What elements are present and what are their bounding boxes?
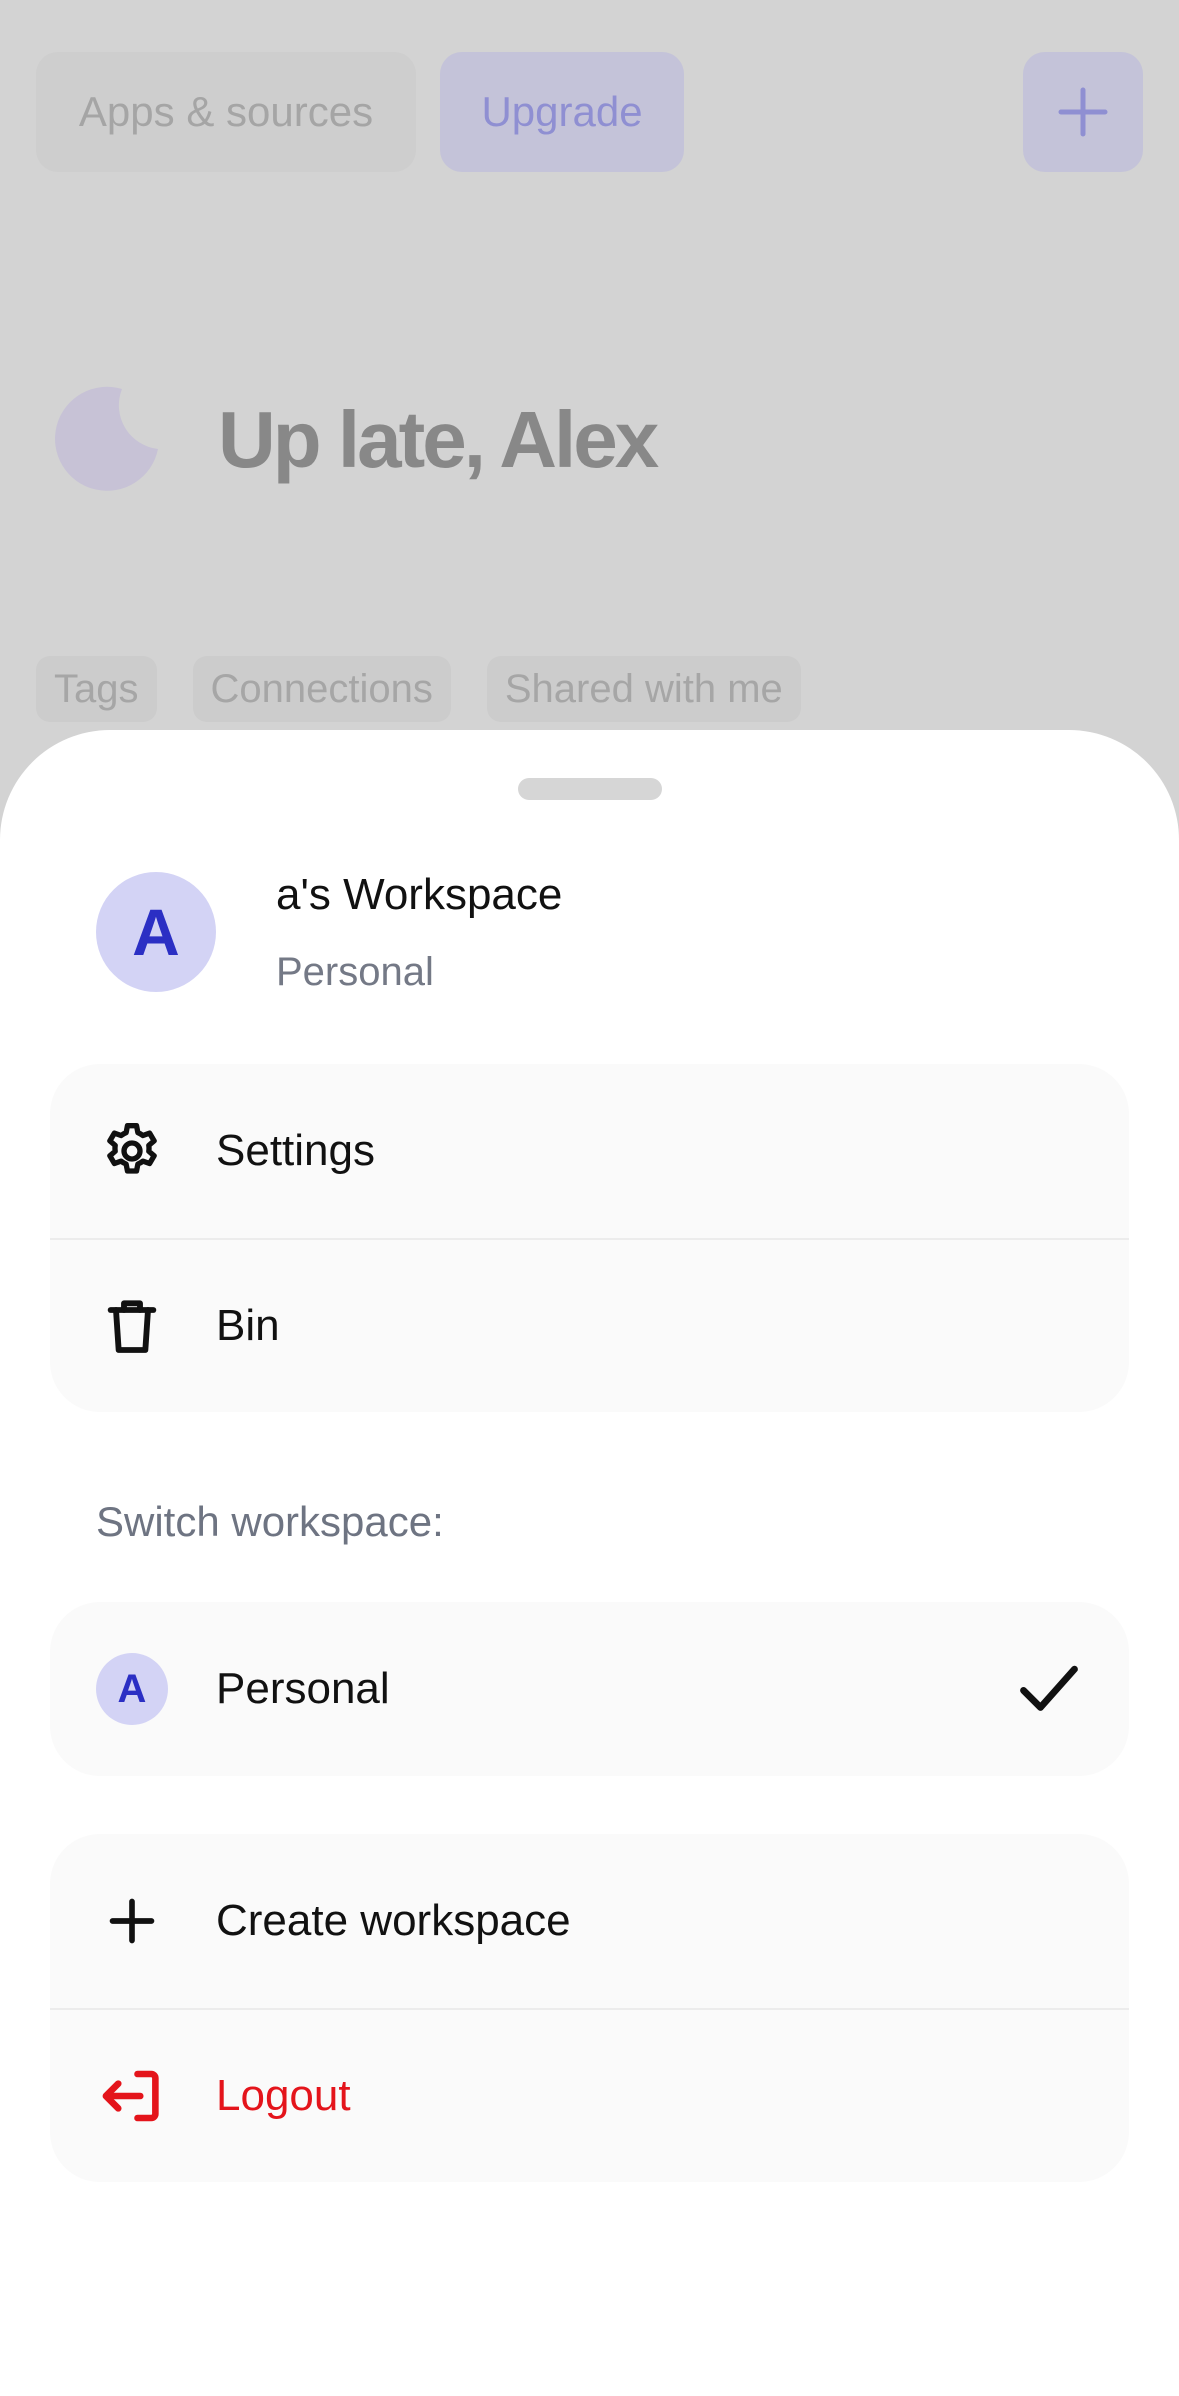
logout-button[interactable]: Logout	[50, 2008, 1129, 2182]
greeting: Up late, Alex	[52, 380, 659, 500]
upgrade-button[interactable]: Upgrade	[440, 52, 684, 172]
checkmark-icon	[1020, 1665, 1078, 1711]
settings-menu-item[interactable]: Settings	[50, 1064, 1129, 1238]
workspace-item-avatar-container: A	[96, 1653, 168, 1725]
settings-label: Settings	[216, 1126, 375, 1175]
trash-icon	[96, 1290, 168, 1362]
greeting-title: Up late, Alex	[218, 395, 659, 484]
workspace-type: Personal	[276, 950, 434, 994]
filter-tags[interactable]: Tags	[36, 656, 157, 722]
workspace-avatar: A	[96, 872, 216, 992]
sheet-grabber-handle[interactable]	[518, 778, 662, 800]
workspace-item-personal[interactable]: A Personal	[50, 1602, 1129, 1776]
bin-menu-item[interactable]: Bin	[50, 1238, 1129, 1412]
workspace-actions-card: Create workspace Logout	[50, 1834, 1129, 2182]
current-workspace-header: A a's Workspace Personal	[96, 870, 1083, 994]
logout-label: Logout	[216, 2071, 351, 2120]
create-workspace-label: Create workspace	[216, 1896, 571, 1945]
bin-label: Bin	[216, 1301, 280, 1350]
filter-tabs: Tags Connections Shared with me	[36, 656, 801, 722]
workspace-menu-card: Settings Bin	[50, 1064, 1129, 1412]
workspace-item-avatar: A	[96, 1653, 168, 1725]
moon-icon	[52, 385, 162, 495]
add-button[interactable]	[1023, 52, 1143, 172]
logout-icon	[96, 2060, 168, 2132]
create-workspace-button[interactable]: Create workspace	[50, 1834, 1129, 2008]
plus-icon	[96, 1885, 168, 1957]
filter-shared-with-me[interactable]: Shared with me	[486, 656, 801, 722]
workspace-name: a's Workspace	[276, 870, 563, 919]
workspace-item-label: Personal	[216, 1664, 390, 1713]
top-bar: Apps & sources Upgrade	[36, 52, 1143, 172]
workspace-list-card: A Personal	[50, 1602, 1129, 1776]
switch-workspace-heading: Switch workspace:	[96, 1498, 444, 1545]
gear-icon	[96, 1115, 168, 1187]
filter-connections[interactable]: Connections	[192, 656, 451, 722]
workspace-bottom-sheet: A a's Workspace Personal Settings Bin Sw…	[0, 730, 1179, 2396]
apps-sources-button[interactable]: Apps & sources	[36, 52, 416, 172]
plus-icon	[1058, 87, 1108, 137]
